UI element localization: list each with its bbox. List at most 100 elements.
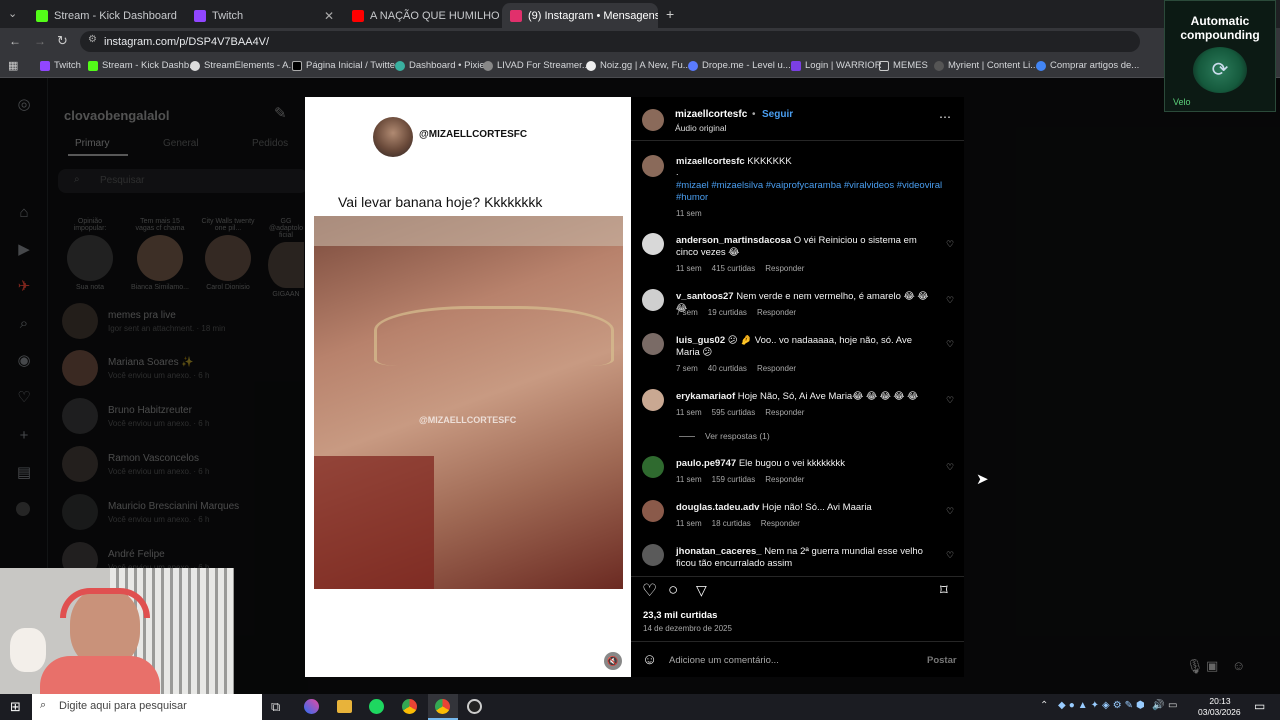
windows-taskbar: ⊞ ⌕ Digite aqui para pesquisar ⧉ ⌃ ◆●▲✦◈…: [0, 694, 1280, 720]
video-frame[interactable]: @MIZAELLCORTESFC: [314, 216, 623, 589]
reload-icon[interactable]: ↻: [57, 33, 68, 49]
like-comment-icon[interactable]: ♡: [946, 395, 954, 406]
obs-icon[interactable]: [467, 699, 482, 714]
clock-date[interactable]: 03/03/2026: [1198, 707, 1241, 717]
url-field[interactable]: ⚙ instagram.com/p/DSP4V7BAA4V/: [80, 31, 1140, 52]
tray-icons[interactable]: ◆●▲✦◈⚙✎⬢: [1058, 700, 1148, 711]
comment-likes[interactable]: 595 curtidas: [712, 408, 756, 417]
comment-input[interactable]: Adicione um comentário...: [669, 655, 779, 666]
reply-button[interactable]: Responder: [765, 264, 804, 273]
commenter-avatar[interactable]: [642, 544, 664, 566]
apps-grid-icon[interactable]: ▦: [8, 59, 18, 72]
site-info-icon[interactable]: ⚙: [88, 34, 97, 45]
view-replies-button[interactable]: Ver respostas (1): [705, 431, 770, 441]
author-username[interactable]: mizaellcortesfc: [675, 109, 747, 120]
like-heart-icon[interactable]: ♡: [642, 581, 657, 601]
follow-button[interactable]: Seguir: [762, 109, 793, 120]
volume-icon[interactable]: 🔊: [1152, 700, 1164, 711]
task-view-icon[interactable]: ⧉: [271, 699, 280, 715]
spotify-icon[interactable]: [369, 699, 384, 714]
mouse-cursor-icon: ➤: [976, 471, 989, 488]
mute-icon[interactable]: 🔇: [604, 652, 622, 670]
velo-ad-widget[interactable]: Automatic compounding ⟳ Velo: [1164, 0, 1276, 112]
tab-youtube[interactable]: A NAÇÃO QUE HUMILHOU OS✕: [344, 3, 500, 28]
comment-bubble-icon[interactable]: ○: [668, 580, 678, 600]
post-comment-button[interactable]: Postar: [927, 655, 957, 666]
notifications-icon[interactable]: ▭: [1254, 699, 1265, 713]
taskbar-search-input[interactable]: ⌕ Digite aqui para pesquisar: [32, 694, 262, 720]
more-options-icon[interactable]: ⋯: [939, 110, 951, 124]
plush-toy: [10, 628, 46, 672]
emoji-icon[interactable]: ☺: [642, 651, 657, 668]
reply-button[interactable]: Responder: [765, 475, 804, 484]
windows-start-icon[interactable]: ⊞: [10, 699, 21, 715]
share-icon[interactable]: ▽: [696, 582, 707, 599]
network-icon[interactable]: ▭: [1168, 700, 1177, 711]
commenter-avatar[interactable]: [642, 456, 664, 478]
bookmark-pixie[interactable]: Dashboard • Pixie: [395, 60, 485, 71]
bookmark-kick[interactable]: Stream - Kick Dashb...: [88, 60, 197, 71]
reply-button[interactable]: Responder: [765, 408, 804, 417]
like-comment-icon[interactable]: ♡: [946, 462, 954, 473]
comment-author[interactable]: anderson_martinsdacosa: [676, 235, 791, 246]
like-comment-icon[interactable]: ♡: [946, 506, 954, 517]
bookmark-google[interactable]: Comprar artigos de...: [1036, 60, 1139, 71]
back-icon[interactable]: ←: [9, 34, 21, 48]
like-comment-icon[interactable]: ♡: [946, 550, 954, 561]
reply-button[interactable]: Responder: [761, 519, 800, 528]
like-comment-icon[interactable]: ♡: [946, 295, 954, 306]
caption-author[interactable]: mizaellcortesfc: [676, 156, 745, 167]
file-explorer-icon[interactable]: [337, 700, 352, 713]
caption: mizaellcortesfc KKKKKKK: [676, 156, 936, 168]
bookmark-myrient[interactable]: Myrient | Content Li...: [934, 60, 1038, 71]
bookmark-memes[interactable]: MEMES: [879, 60, 928, 71]
reply-button[interactable]: Responder: [757, 364, 796, 373]
reply-button[interactable]: Responder: [757, 308, 796, 317]
bookmark-noiz[interactable]: Noiz.gg | A New, Fu...: [586, 60, 691, 71]
comment-likes[interactable]: 159 curtidas: [712, 475, 756, 484]
comment-author[interactable]: paulo.pe9747: [676, 458, 736, 469]
comment-likes[interactable]: 19 curtidas: [708, 308, 747, 317]
comment-likes[interactable]: 415 curtidas: [712, 264, 756, 273]
google-icon: [1036, 60, 1046, 71]
comment-author[interactable]: jhonatan_caceres_: [676, 546, 762, 557]
author-avatar[interactable]: [642, 109, 664, 131]
audio-label[interactable]: Áudio original: [675, 123, 727, 133]
comment-author[interactable]: erykamariaof: [676, 391, 735, 402]
copilot-icon[interactable]: [304, 699, 319, 714]
bookmark-streamelements[interactable]: StreamElements - A...: [190, 60, 296, 71]
clock-time[interactable]: 20:13: [1202, 696, 1238, 706]
tab-twitch[interactable]: Twitch ✕: [186, 3, 342, 28]
tab-list-icon[interactable]: ⌄: [8, 7, 17, 20]
chrome-icon[interactable]: [435, 699, 450, 714]
tab-kick[interactable]: Stream - Kick Dashboard✕: [28, 3, 180, 28]
tab-instagram[interactable]: (9) Instagram • Mensagens✕: [502, 3, 658, 28]
save-bookmark-icon[interactable]: ⌑: [940, 581, 948, 599]
commenter-avatar[interactable]: [642, 233, 664, 255]
forward-icon[interactable]: →: [34, 34, 46, 48]
commenter-avatar[interactable]: [642, 333, 664, 355]
bookmark-livad[interactable]: LIVAD For Streamer...: [483, 60, 590, 71]
new-tab-icon[interactable]: +: [666, 6, 674, 22]
comment-likes[interactable]: 40 curtidas: [708, 364, 747, 373]
tray-overflow-icon[interactable]: ⌃: [1040, 700, 1048, 711]
bookmark-twitch[interactable]: Twitch: [40, 60, 81, 71]
post-date: 14 de dezembro de 2025: [643, 624, 732, 633]
comment-author[interactable]: v_santoos27: [676, 291, 734, 302]
comment-author[interactable]: luis_gus02: [676, 335, 725, 346]
chrome-icon[interactable]: [402, 699, 417, 714]
bookmark-twitter[interactable]: Página Inicial / Twitter: [292, 60, 398, 71]
likes-count[interactable]: 23,3 mil curtidas: [643, 610, 717, 621]
commenter-avatar[interactable]: [642, 389, 664, 411]
commenter-avatar[interactable]: [642, 289, 664, 311]
like-comment-icon[interactable]: ♡: [946, 339, 954, 350]
caption-hashtags[interactable]: #mizael #mizaelsilva #vaiprofycaramba #v…: [676, 180, 946, 204]
comment-author[interactable]: douglas.tadeu.adv: [676, 502, 759, 513]
close-tab-icon[interactable]: ✕: [324, 9, 334, 23]
bookmark-warrior[interactable]: Login | WARRIOR: [791, 60, 882, 71]
bookmark-drope[interactable]: Drope.me - Level u...: [688, 60, 791, 71]
commenter-avatar[interactable]: [642, 500, 664, 522]
comment-likes[interactable]: 18 curtidas: [712, 519, 751, 528]
post-media[interactable]: @MIZAELLCORTESFC Vai levar banana hoje? …: [305, 97, 631, 677]
like-comment-icon[interactable]: ♡: [946, 239, 954, 250]
